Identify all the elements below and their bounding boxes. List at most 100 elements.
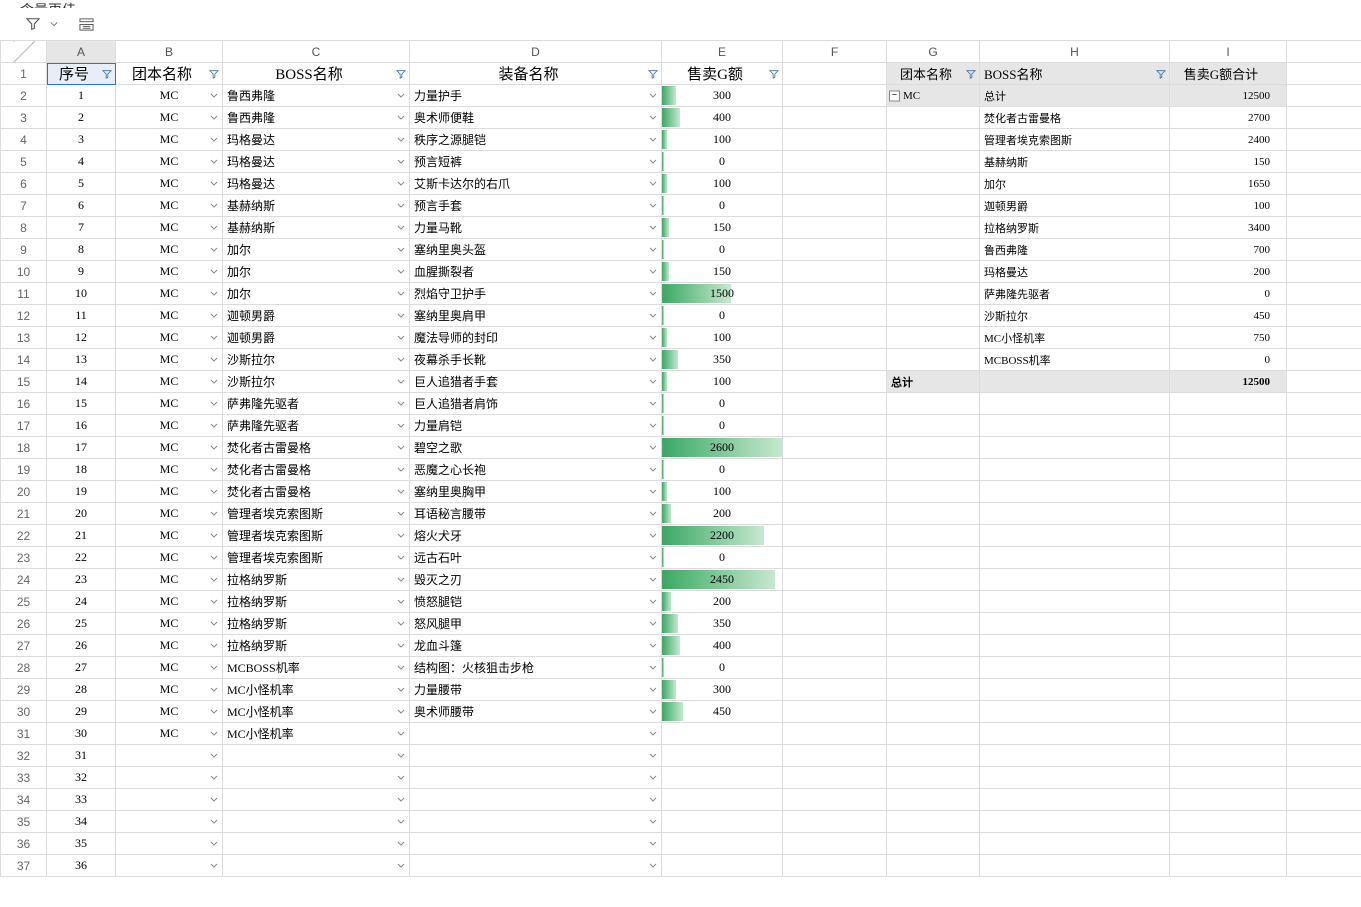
- dropdown-icon[interactable]: [209, 201, 219, 211]
- dropdown-icon[interactable]: [396, 663, 406, 673]
- dropdown-icon[interactable]: [396, 575, 406, 585]
- dropdown-icon[interactable]: [209, 751, 219, 761]
- col-header-I[interactable]: I: [1170, 41, 1287, 63]
- cell[interactable]: 26: [47, 635, 116, 657]
- cell[interactable]: [980, 547, 1170, 569]
- cell[interactable]: [783, 129, 887, 151]
- dropdown-icon[interactable]: [209, 575, 219, 585]
- dropdown-icon[interactable]: [648, 795, 658, 805]
- cell[interactable]: [980, 811, 1170, 833]
- cell[interactable]: [410, 789, 662, 811]
- dropdown-icon[interactable]: [209, 531, 219, 541]
- dropdown-icon[interactable]: [396, 135, 406, 145]
- dropdown-icon[interactable]: [648, 861, 658, 871]
- cell[interactable]: 熔火犬牙: [410, 525, 662, 547]
- dropdown-icon[interactable]: [648, 135, 658, 145]
- cell[interactable]: 装备名称: [410, 63, 662, 85]
- cell[interactable]: [1287, 107, 1361, 129]
- cell[interactable]: [783, 437, 887, 459]
- cell[interactable]: 3: [47, 129, 116, 151]
- cell[interactable]: [783, 217, 887, 239]
- cell[interactable]: 力量肩铠: [410, 415, 662, 437]
- cell[interactable]: [1170, 569, 1287, 591]
- cell[interactable]: [887, 437, 980, 459]
- dropdown-icon[interactable]: [396, 817, 406, 827]
- cell[interactable]: [887, 547, 980, 569]
- cell[interactable]: 奥术师腰带: [410, 701, 662, 723]
- cell[interactable]: −MC: [887, 85, 980, 107]
- cell[interactable]: [1170, 657, 1287, 679]
- cell[interactable]: [1287, 591, 1361, 613]
- cell[interactable]: 5: [47, 173, 116, 195]
- cell[interactable]: [410, 855, 662, 877]
- cell[interactable]: [1287, 745, 1361, 767]
- cell[interactable]: 17: [47, 437, 116, 459]
- cell[interactable]: [980, 613, 1170, 635]
- dropdown-icon[interactable]: [396, 421, 406, 431]
- filter-icon[interactable]: [208, 68, 220, 80]
- group-icon[interactable]: [79, 17, 94, 32]
- cell[interactable]: [1170, 613, 1287, 635]
- cell[interactable]: 400: [662, 635, 783, 657]
- cell[interactable]: 150: [1170, 151, 1287, 173]
- cell[interactable]: [783, 833, 887, 855]
- cell[interactable]: 力量马靴: [410, 217, 662, 239]
- dropdown-icon[interactable]: [396, 289, 406, 299]
- col-header-A[interactable]: A: [47, 41, 116, 63]
- row-header[interactable]: 11: [1, 283, 47, 305]
- cell[interactable]: [887, 789, 980, 811]
- cell[interactable]: [1287, 217, 1361, 239]
- cell[interactable]: 沙斯拉尔: [223, 371, 410, 393]
- row-header[interactable]: 32: [1, 745, 47, 767]
- cell[interactable]: 1500: [662, 283, 783, 305]
- dropdown-icon[interactable]: [209, 729, 219, 739]
- dropdown-icon[interactable]: [396, 487, 406, 497]
- cell[interactable]: 预言短裤: [410, 151, 662, 173]
- cell[interactable]: 23: [47, 569, 116, 591]
- cell[interactable]: MC: [116, 613, 223, 635]
- cell[interactable]: [887, 767, 980, 789]
- cell[interactable]: [1287, 855, 1361, 877]
- dropdown-icon[interactable]: [396, 641, 406, 651]
- cell[interactable]: [980, 503, 1170, 525]
- dropdown-icon[interactable]: [396, 113, 406, 123]
- cell[interactable]: MC: [116, 217, 223, 239]
- dropdown-icon[interactable]: [648, 223, 658, 233]
- cell[interactable]: [783, 811, 887, 833]
- cell[interactable]: 0: [662, 415, 783, 437]
- cell[interactable]: MC: [116, 239, 223, 261]
- cell[interactable]: 沙斯拉尔: [980, 305, 1170, 327]
- cell[interactable]: 愤怒腿铠: [410, 591, 662, 613]
- dropdown-icon[interactable]: [648, 487, 658, 497]
- cell[interactable]: [1170, 437, 1287, 459]
- cell[interactable]: [783, 261, 887, 283]
- cell[interactable]: [887, 811, 980, 833]
- dropdown-icon[interactable]: [648, 113, 658, 123]
- dropdown-icon[interactable]: [396, 619, 406, 629]
- cell[interactable]: [887, 151, 980, 173]
- cell[interactable]: MC: [116, 547, 223, 569]
- cell[interactable]: 10: [47, 283, 116, 305]
- cell[interactable]: 16: [47, 415, 116, 437]
- spreadsheet[interactable]: ABCDEFGHI1序号团本名称BOSS名称装备名称售卖G额团本名称BOSS名称…: [0, 40, 1361, 877]
- filter-icon[interactable]: [395, 68, 407, 80]
- cell[interactable]: 100: [662, 327, 783, 349]
- cell[interactable]: [887, 855, 980, 877]
- dropdown-icon[interactable]: [396, 465, 406, 475]
- cell[interactable]: 加尔: [223, 239, 410, 261]
- row-header[interactable]: 8: [1, 217, 47, 239]
- dropdown-icon[interactable]: [209, 817, 219, 827]
- dropdown-icon[interactable]: [648, 399, 658, 409]
- cell[interactable]: 迦顿男爵: [980, 195, 1170, 217]
- cell[interactable]: 加尔: [980, 173, 1170, 195]
- cell[interactable]: 22: [47, 547, 116, 569]
- cell[interactable]: 0: [662, 151, 783, 173]
- cell[interactable]: 8: [47, 239, 116, 261]
- cell[interactable]: [980, 459, 1170, 481]
- dropdown-icon[interactable]: [648, 575, 658, 585]
- cell[interactable]: [1287, 811, 1361, 833]
- row-header[interactable]: 10: [1, 261, 47, 283]
- cell[interactable]: 2400: [1170, 129, 1287, 151]
- dropdown-icon[interactable]: [209, 267, 219, 277]
- cell[interactable]: 19: [47, 481, 116, 503]
